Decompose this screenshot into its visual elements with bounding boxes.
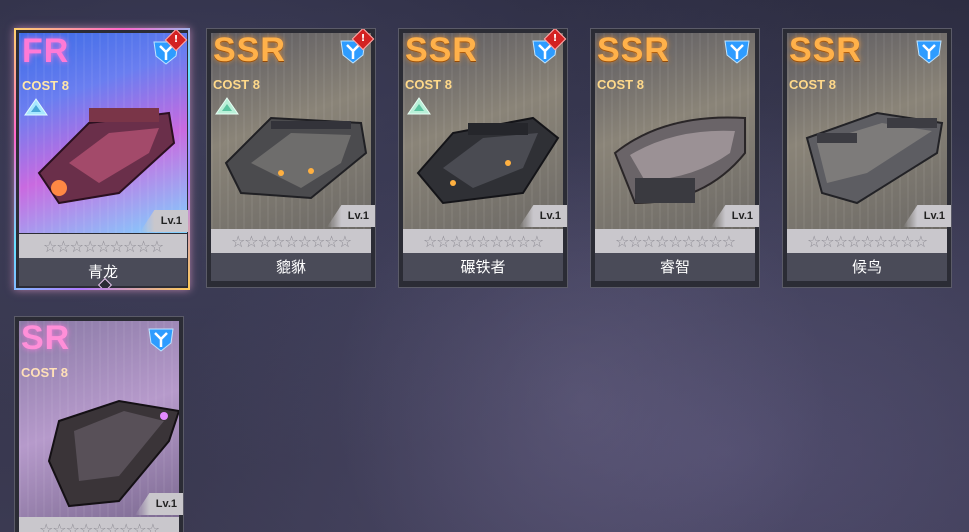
ship-illustration	[416, 116, 560, 205]
ship-name: 睿智	[595, 253, 755, 281]
cost-label: COST 8	[405, 77, 452, 92]
star-rating: ☆☆☆☆☆☆☆☆☆	[19, 234, 187, 258]
rarity-label: SSR	[405, 31, 478, 69]
ship-card-houniao[interactable]: SSR COST 8 Lv.1 ☆☆☆☆☆☆☆☆☆ 候鸟	[782, 28, 952, 288]
star-rating: ☆☆☆☆☆☆☆☆☆	[787, 229, 947, 253]
cost-label: COST 8	[213, 77, 260, 92]
ship-card-sr[interactable]: SR COST 8 Lv.1 ☆☆☆☆☆☆☆☆☆	[14, 316, 184, 532]
rarity-label: SSR	[789, 31, 862, 69]
ship-card-qinglong[interactable]: FR COST 8 ! Lv.1 ☆☆☆☆☆☆☆☆☆ 青龙	[14, 28, 190, 290]
ship-illustration	[47, 399, 179, 508]
ship-name: 貔貅	[211, 253, 371, 281]
ship-card-ruizhi[interactable]: SSR COST 8 Lv.1 ☆☆☆☆☆☆☆☆☆ 睿智	[590, 28, 760, 288]
rarity-label: SSR	[597, 31, 670, 69]
ship-name: 候鸟	[787, 253, 947, 281]
ship-illustration	[613, 116, 746, 205]
ship-illustration	[224, 116, 368, 200]
tier-arrow-icon	[215, 97, 239, 115]
rarity-label: SSR	[213, 31, 286, 69]
tier-arrow-icon	[24, 98, 48, 116]
cost-label: COST 8	[597, 77, 644, 92]
ship-illustration	[37, 108, 176, 205]
ship-name: 碾铁者	[403, 253, 563, 281]
rarity-label: SR	[21, 319, 71, 357]
tier-arrow-icon	[407, 97, 431, 115]
ship-card-niantiezhe[interactable]: SSR COST 8 ! Lv.1 ☆☆☆☆☆☆☆☆☆ 碾铁者	[398, 28, 568, 288]
cost-label: COST 8	[21, 365, 68, 380]
cost-label: COST 8	[22, 78, 69, 93]
star-rating: ☆☆☆☆☆☆☆☆☆	[19, 517, 179, 532]
cost-label: COST 8	[789, 77, 836, 92]
star-rating: ☆☆☆☆☆☆☆☆☆	[211, 229, 371, 253]
star-rating: ☆☆☆☆☆☆☆☆☆	[403, 229, 563, 253]
rarity-label: FR	[22, 32, 70, 70]
ship-illustration	[805, 111, 944, 205]
faction-shield-icon	[148, 328, 174, 352]
faction-shield-icon	[724, 40, 750, 64]
faction-shield-icon	[916, 40, 942, 64]
star-rating: ☆☆☆☆☆☆☆☆☆	[595, 229, 755, 253]
ship-card-pixiu[interactable]: SSR COST 8 ! Lv.1 ☆☆☆☆☆☆☆☆☆ 貔貅	[206, 28, 376, 288]
